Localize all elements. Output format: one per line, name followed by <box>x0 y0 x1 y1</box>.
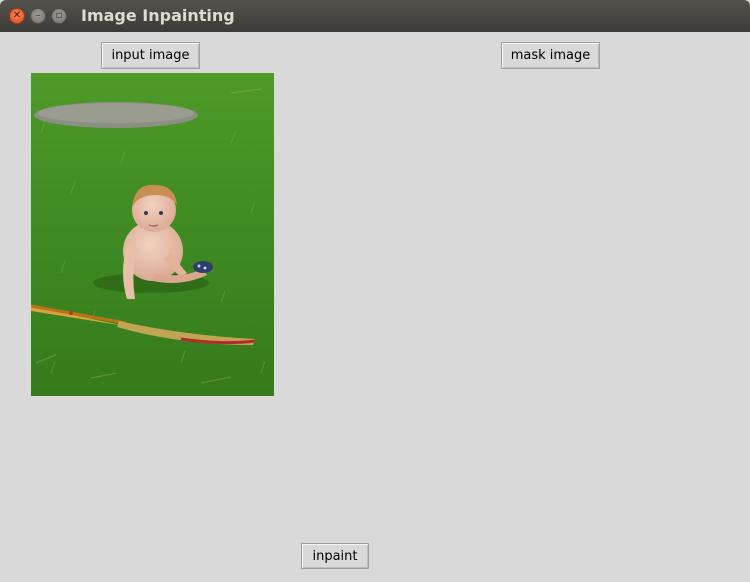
maximize-icon[interactable]: ▫ <box>51 8 67 24</box>
mask-image-button[interactable]: mask image <box>501 42 600 69</box>
title-bar[interactable]: ✕ – ▫ Image Inpainting <box>0 0 750 32</box>
minimize-icon[interactable]: – <box>30 8 46 24</box>
input-image-picture <box>31 73 274 396</box>
app-window: ✕ – ▫ Image Inpainting input image mask … <box>0 0 750 582</box>
inpaint-button[interactable]: inpaint <box>301 543 369 569</box>
close-icon[interactable]: ✕ <box>9 8 25 24</box>
window-title: Image Inpainting <box>81 6 235 25</box>
input-image-preview <box>31 73 274 396</box>
input-image-button[interactable]: input image <box>101 42 200 69</box>
